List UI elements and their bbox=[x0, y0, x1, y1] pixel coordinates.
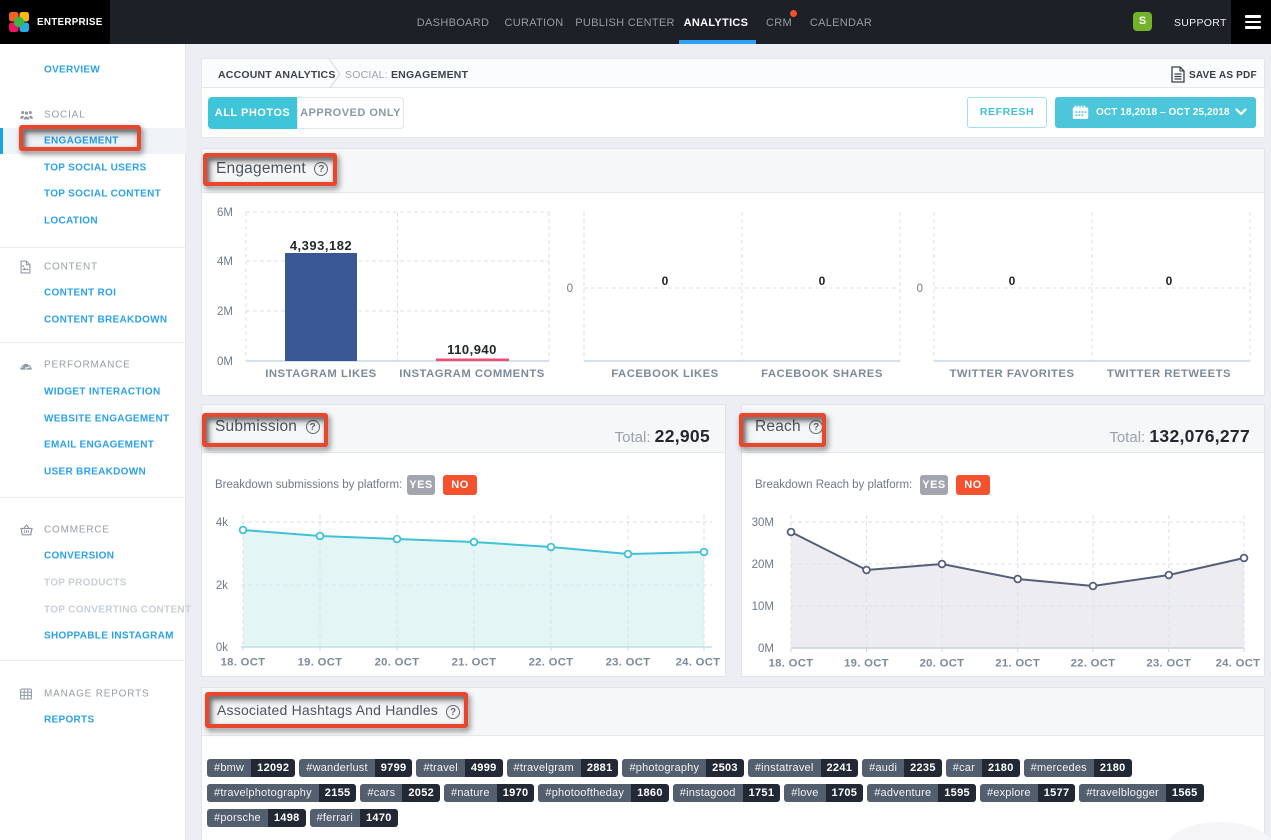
svg-text:0k: 0k bbox=[216, 642, 228, 654]
svg-text:INSTAGRAM LIKES: INSTAGRAM LIKES bbox=[265, 368, 376, 380]
svg-text:0: 0 bbox=[819, 274, 826, 288]
svg-text:110,940: 110,940 bbox=[447, 342, 497, 357]
svg-text:0M: 0M bbox=[758, 643, 774, 655]
svg-text:0: 0 bbox=[567, 283, 573, 295]
svg-text:2k: 2k bbox=[216, 580, 228, 592]
svg-text:19. OCT: 19. OCT bbox=[298, 657, 343, 669]
svg-text:0: 0 bbox=[1009, 274, 1016, 288]
svg-text:18. OCT: 18. OCT bbox=[221, 657, 266, 669]
svg-text:30M: 30M bbox=[752, 517, 774, 529]
svg-text:TWITTER RETWEETS: TWITTER RETWEETS bbox=[1107, 368, 1231, 380]
svg-text:20. OCT: 20. OCT bbox=[375, 657, 420, 669]
svg-text:4,393,182: 4,393,182 bbox=[290, 238, 352, 253]
svg-text:TWITTER FAVORITES: TWITTER FAVORITES bbox=[949, 368, 1074, 380]
svg-text:24. OCT: 24. OCT bbox=[1216, 658, 1261, 670]
svg-text:10M: 10M bbox=[752, 601, 774, 613]
svg-text:18. OCT: 18. OCT bbox=[769, 658, 814, 670]
svg-text:22. OCT: 22. OCT bbox=[529, 657, 574, 669]
svg-text:FACEBOOK LIKES: FACEBOOK LIKES bbox=[611, 368, 718, 380]
svg-text:22. OCT: 22. OCT bbox=[1071, 658, 1116, 670]
svg-text:0: 0 bbox=[662, 274, 669, 288]
svg-text:21. OCT: 21. OCT bbox=[995, 658, 1040, 670]
svg-text:19. OCT: 19. OCT bbox=[844, 658, 889, 670]
svg-text:23. OCT: 23. OCT bbox=[1146, 658, 1191, 670]
svg-text:4k: 4k bbox=[216, 517, 228, 529]
svg-text:2M: 2M bbox=[217, 306, 233, 318]
svg-text:20M: 20M bbox=[752, 559, 774, 571]
svg-text:INSTAGRAM COMMENTS: INSTAGRAM COMMENTS bbox=[399, 368, 545, 380]
svg-text:24. OCT: 24. OCT bbox=[676, 657, 721, 669]
svg-text:0: 0 bbox=[1166, 274, 1173, 288]
svg-text:4M: 4M bbox=[217, 256, 233, 268]
svg-text:0M: 0M bbox=[217, 356, 233, 368]
svg-text:23. OCT: 23. OCT bbox=[606, 657, 651, 669]
svg-text:FACEBOOK SHARES: FACEBOOK SHARES bbox=[761, 368, 883, 380]
svg-text:6M: 6M bbox=[217, 207, 233, 219]
svg-text:21. OCT: 21. OCT bbox=[452, 657, 497, 669]
svg-text:20. OCT: 20. OCT bbox=[920, 658, 965, 670]
svg-text:0: 0 bbox=[917, 283, 923, 295]
